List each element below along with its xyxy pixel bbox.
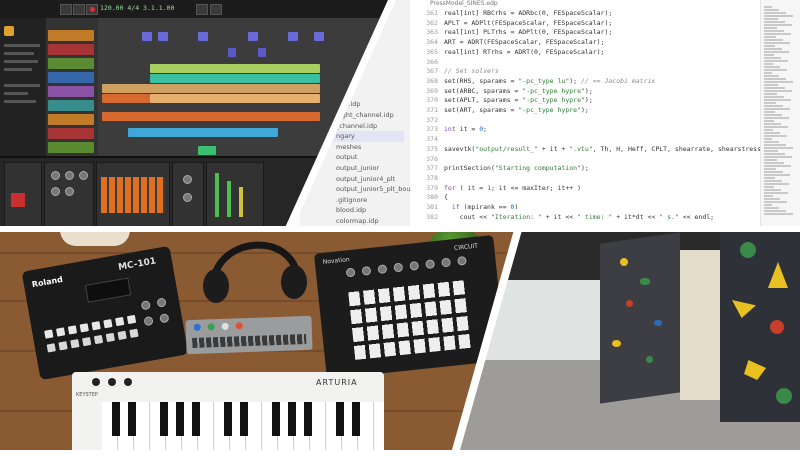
diagonal-divider-top [284,0,396,230]
diagonal-divider-bottom [452,230,522,450]
